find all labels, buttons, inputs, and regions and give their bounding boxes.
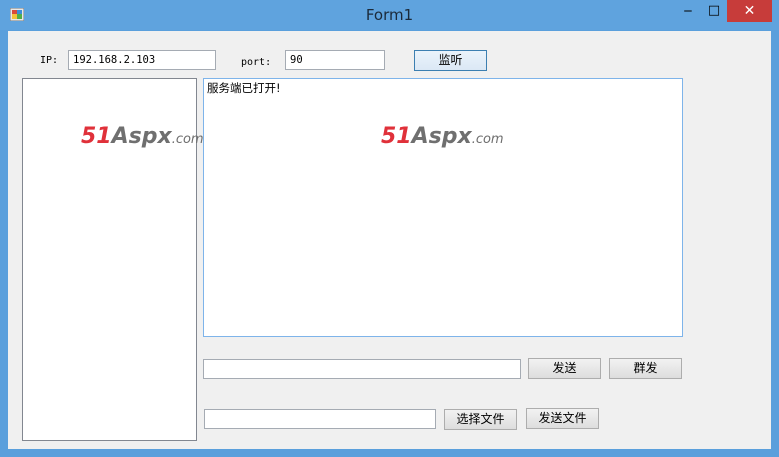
file-path-input[interactable] <box>204 409 436 429</box>
maximize-button[interactable]: □ <box>701 0 727 22</box>
watermark-brand: Aspx <box>111 124 172 149</box>
watermark-logo: 51Aspx.com <box>381 124 504 149</box>
message-input[interactable] <box>203 359 521 379</box>
send-button[interactable]: 发送 <box>528 358 601 379</box>
broadcast-button[interactable]: 群发 <box>609 358 682 379</box>
send-file-button[interactable]: 发送文件 <box>526 408 599 429</box>
ip-label: IP: <box>40 55 59 66</box>
title-bar[interactable]: Form1 ‒ □ ✕ <box>0 0 779 30</box>
window-title: Form1 <box>365 6 414 24</box>
minimize-button[interactable]: ‒ <box>675 0 701 22</box>
watermark-suffix: .com <box>171 132 204 147</box>
listen-button[interactable]: 监听 <box>414 50 487 71</box>
watermark-number: 51 <box>81 124 112 149</box>
form-client-area: IP: 192.168.2.103 port: 90 监听 服务端已打开! 发送… <box>8 31 771 449</box>
log-text: 服务端已打开! <box>207 81 281 95</box>
ip-input[interactable]: 192.168.2.103 <box>68 50 216 70</box>
port-label: port: <box>241 57 272 68</box>
watermark-logo: 51Aspx.com <box>81 124 204 149</box>
watermark-number: 51 <box>381 124 412 149</box>
watermark-suffix: .com <box>471 132 504 147</box>
message-log[interactable]: 服务端已打开! <box>203 78 683 337</box>
port-input[interactable]: 90 <box>285 50 385 70</box>
choose-file-button[interactable]: 选择文件 <box>444 409 517 430</box>
watermark-brand: Aspx <box>411 124 472 149</box>
close-button[interactable]: ✕ <box>727 0 772 22</box>
